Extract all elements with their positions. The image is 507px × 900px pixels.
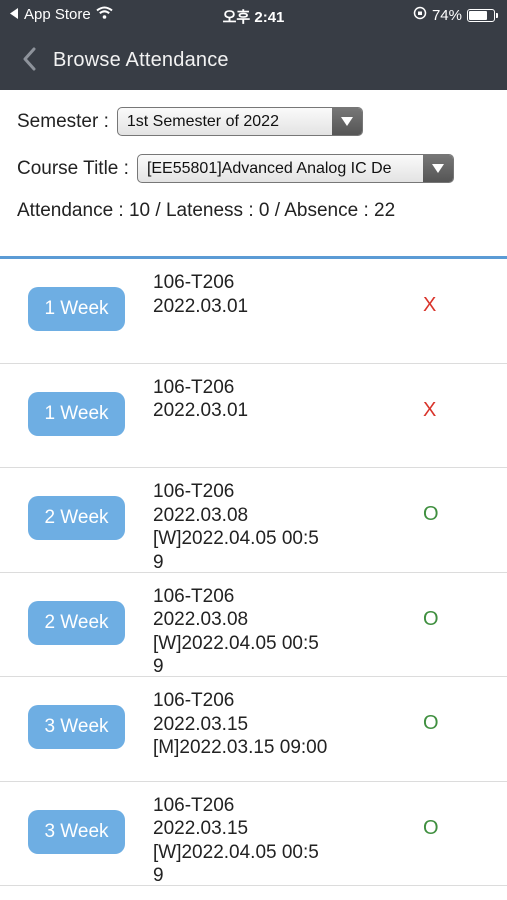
week-button[interactable]: 3 Week	[28, 705, 125, 749]
record-check-time: [W]2022.04.05 00:5	[153, 528, 319, 549]
attendance-list: 1 Week 106-T206 2022.03.01 X 1 Week 106-…	[0, 256, 507, 886]
course-select-value: [EE55801]Advanced Analog IC De	[146, 159, 392, 177]
week-button[interactable]: 2 Week	[28, 496, 125, 540]
record-info: 106-T206 2022.03.08 [W]2022.04.05 00:5 9	[153, 585, 353, 679]
list-item: 2 Week 106-T206 2022.03.08 [W]2022.04.05…	[0, 468, 507, 573]
battery-icon	[467, 8, 498, 22]
week-button[interactable]: 1 Week	[28, 287, 125, 331]
semester-label: Semester :	[17, 110, 109, 132]
week-button[interactable]: 1 Week	[28, 391, 125, 436]
course-label: Course Title :	[17, 157, 129, 179]
list-item: 3 Week 106-T206 2022.03.15 [W]2022.04.05…	[0, 782, 507, 888]
absent-mark: X	[423, 398, 437, 421]
absent-mark: X	[423, 294, 437, 316]
record-date: 2022.03.08	[153, 609, 249, 630]
present-mark: O	[423, 503, 439, 525]
record-check-time: [M]2022.03.15 09:00	[153, 737, 328, 758]
record-date: 2022.03.15	[153, 713, 249, 735]
present-mark: O	[423, 816, 439, 839]
record-room: 106-T206	[153, 585, 235, 607]
semester-select[interactable]: 1st Semester of 2022	[116, 107, 363, 136]
semester-row: Semester : 1st Semester of 2022	[17, 107, 363, 136]
dropdown-arrow-icon	[422, 155, 453, 182]
record-info: 106-T206 2022.03.01	[153, 376, 353, 423]
course-select[interactable]: [EE55801]Advanced Analog IC De	[136, 154, 454, 183]
week-button[interactable]: 3 Week	[28, 809, 125, 854]
list-item: 1 Week 106-T206 2022.03.01 X	[0, 259, 507, 364]
week-button[interactable]: 2 Week	[28, 600, 125, 645]
battery-percent: 74%	[431, 6, 462, 24]
list-item: 1 Week 106-T206 2022.03.01 X	[0, 364, 507, 468]
back-button[interactable]	[14, 46, 44, 76]
record-info: 106-T206 2022.03.01	[153, 271, 353, 318]
record-date: 2022.03.08	[153, 504, 249, 526]
present-mark: O	[423, 712, 439, 734]
record-info: 106-T206 2022.03.15 [M]2022.03.15 09:00	[153, 689, 353, 760]
app-header: App Store 오후 2:41 74% Browse Attendance	[0, 0, 507, 90]
record-room: 106-T206	[153, 481, 235, 502]
attendance-summary: Attendance : 10 / Lateness : 0 / Absence…	[17, 200, 396, 221]
record-check-time-wrap: 9	[153, 551, 164, 573]
list-item: 2 Week 106-T206 2022.03.08 [W]2022.04.05…	[0, 573, 507, 679]
status-battery-group: 74%	[413, 6, 498, 24]
course-row: Course Title : [EE55801]Advanced Analog …	[17, 154, 454, 183]
record-room: 106-T206	[153, 272, 235, 293]
present-mark: O	[423, 607, 439, 630]
record-room: 106-T206	[153, 794, 235, 816]
dropdown-arrow-icon	[331, 108, 362, 135]
record-room: 106-T206	[153, 376, 235, 398]
record-date: 2022.03.01	[153, 400, 249, 421]
list-item: 3 Week 106-T206 2022.03.15 [M]2022.03.15…	[0, 677, 507, 782]
record-date: 2022.03.15	[153, 818, 249, 839]
filter-panel: Semester : 1st Semester of 2022 Course T…	[0, 90, 507, 256]
record-check-time: [W]2022.04.05 00:5	[153, 841, 319, 863]
chevron-left-icon	[22, 47, 36, 76]
semester-select-value: 1st Semester of 2022	[126, 112, 279, 130]
battery-level	[469, 10, 487, 20]
record-check-time-wrap: 9	[153, 865, 164, 886]
record-room: 106-T206	[153, 690, 235, 711]
record-check-time-wrap: 9	[153, 656, 164, 677]
page-title: Browse Attendance	[53, 49, 229, 71]
record-check-time: [W]2022.04.05 00:5	[153, 632, 319, 654]
record-info: 106-T206 2022.03.15 [W]2022.04.05 00:5 9	[153, 794, 353, 888]
record-info: 106-T206 2022.03.08 [W]2022.04.05 00:5 9	[153, 480, 353, 574]
record-date: 2022.03.01	[153, 295, 249, 317]
orientation-lock-icon	[413, 6, 427, 24]
nav-bar: Browse Attendance	[0, 38, 507, 84]
status-bar: App Store 오후 2:41 74%	[0, 0, 507, 30]
